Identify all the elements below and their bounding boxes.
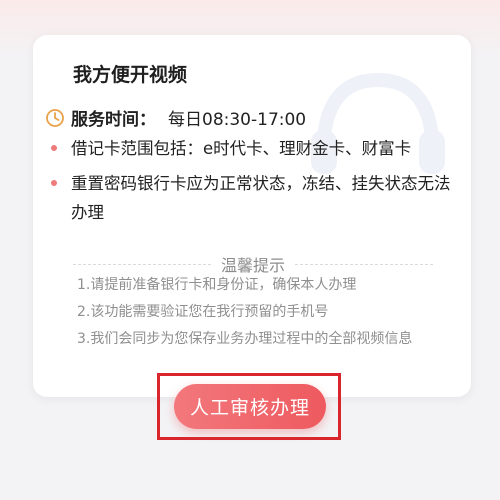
tips-header: 温馨提示 bbox=[73, 254, 434, 275]
manual-review-button[interactable]: 人工审核办理 bbox=[174, 384, 326, 429]
bullet-item: 重置密码银行卡应为正常状态，冻结、挂失状态无法办理 bbox=[51, 169, 466, 227]
bullet-dot bbox=[51, 180, 57, 186]
bullet-text: 借记卡范围包括：e时代卡、理财金卡、财富卡 bbox=[71, 139, 412, 158]
tip-item: 3.我们会同步为您保存业务办理过程中的全部视频信息 bbox=[77, 331, 413, 347]
clock-icon bbox=[46, 108, 64, 127]
tip-item: 2.该功能需要验证您在我行预留的手机号 bbox=[77, 304, 329, 320]
divider-line bbox=[295, 263, 434, 265]
bullet-item: 借记卡范围包括：e时代卡、理财金卡、财富卡 bbox=[51, 134, 466, 163]
bullet-text: 重置密码银行卡应为正常状态，冻结、挂失状态无法办理 bbox=[71, 174, 451, 222]
bullet-dot bbox=[51, 145, 57, 151]
info-card: 我方便开视频 服务时间： 每日08:30-17:00 借记卡范围包括：e时代卡、… bbox=[33, 35, 471, 397]
tip-item: 1.请提前准备银行卡和身份证，确保本人办理 bbox=[77, 277, 357, 293]
service-time-value: 每日08:30-17:00 bbox=[168, 110, 307, 130]
service-time-row: 服务时间： 每日08:30-17:00 bbox=[45, 105, 306, 130]
card-title: 我方便开视频 bbox=[73, 64, 188, 86]
service-time-label: 服务时间： bbox=[71, 110, 156, 130]
submit-highlight-frame: 人工审核办理 bbox=[157, 373, 341, 440]
divider-line bbox=[73, 263, 211, 265]
